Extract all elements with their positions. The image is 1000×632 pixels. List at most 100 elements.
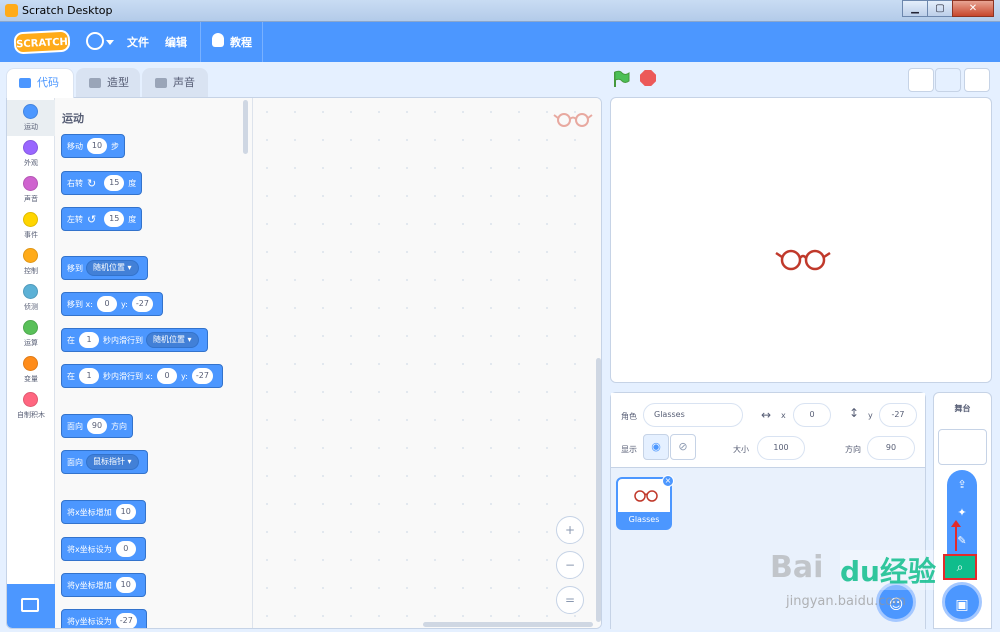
block-move[interactable]: 移动 10 步 (61, 134, 125, 158)
green-flag-icon[interactable] (612, 70, 630, 88)
category-my-blocks[interactable]: 自制积木 (7, 388, 55, 424)
block-text: 左转 (67, 214, 83, 224)
choose-sprite-search-button[interactable]: ⌕ (943, 554, 977, 580)
block-text: 在 (67, 371, 75, 381)
large-stage-button[interactable] (935, 68, 961, 92)
block-goto[interactable]: 移到 随机位置 ▾ (61, 256, 148, 280)
block-change-x[interactable]: 将x坐标增加 10 (61, 500, 146, 524)
palette-scrollbar[interactable] (243, 100, 248, 154)
dropdown-value: 鼠标指针 (93, 457, 125, 466)
glasses-sprite[interactable] (775, 248, 831, 272)
block-input[interactable]: 10 (87, 138, 107, 154)
block-input[interactable]: 0 (115, 541, 136, 557)
block-dropdown[interactable]: 随机位置 ▾ (86, 260, 139, 276)
scratch-logo[interactable]: SCRATCH (13, 29, 71, 55)
block-change-y[interactable]: 将y坐标增加 10 (61, 573, 146, 597)
block-input[interactable]: -27 (191, 368, 213, 384)
category-label: 控制 (24, 267, 38, 275)
sprite-name-input[interactable]: Glasses (643, 403, 743, 427)
block-input[interactable]: 1 (79, 368, 99, 384)
paint-icon[interactable]: ✎ (947, 528, 977, 554)
choose-backdrop-button[interactable]: ▣ (942, 582, 982, 622)
stage-thumbnail[interactable] (938, 429, 987, 465)
block-input[interactable]: -27 (115, 613, 137, 628)
annotation-arrow (955, 525, 957, 551)
block-input[interactable]: 15 (104, 175, 125, 191)
category-motion[interactable]: 运动 (7, 100, 55, 136)
block-dropdown[interactable]: 随机位置 ▾ (146, 332, 199, 348)
block-text: 面向 (67, 457, 83, 467)
stage[interactable] (610, 97, 992, 383)
y-input[interactable]: -27 (879, 403, 917, 427)
close-button[interactable]: ✕ (952, 0, 994, 17)
canvas-horizontal-scrollbar[interactable] (423, 622, 593, 627)
motion-dot-icon (23, 104, 38, 119)
direction-input[interactable]: 90 (867, 436, 915, 460)
category-menu: 运动 外观 声音 事件 控制 侦测 运算 变量 自制积木 (7, 98, 55, 628)
block-input[interactable]: 15 (104, 211, 125, 227)
category-control[interactable]: 控制 (7, 244, 55, 280)
zoom-reset-button[interactable]: = (556, 586, 584, 614)
block-input[interactable]: 0 (156, 368, 177, 384)
block-set-x[interactable]: 将x坐标设为 0 (61, 537, 146, 561)
x-input[interactable]: 0 (793, 403, 831, 427)
rotate-right-icon: ↻ (87, 176, 97, 190)
category-label: 侦测 (24, 303, 38, 311)
block-goto-xy[interactable]: 移到 x: 0 y: -27 (61, 292, 163, 316)
show-visible-button[interactable]: ◉ (643, 434, 669, 460)
tab-code[interactable]: 代码 (6, 68, 74, 98)
block-turn-left[interactable]: 左转 ↺ 15 度 (61, 207, 143, 231)
stage-title: 舞台 (954, 404, 971, 413)
block-point-towards[interactable]: 面向 鼠标指针 ▾ (61, 450, 148, 474)
block-text: y: (120, 299, 128, 309)
block-input[interactable]: -27 (131, 296, 153, 312)
app-icon (5, 4, 18, 17)
block-input[interactable]: 10 (115, 577, 136, 593)
block-set-y[interactable]: 将y坐标设为 -27 (61, 609, 147, 628)
maximize-button[interactable]: ▢ (927, 0, 953, 17)
block-input[interactable]: 0 (96, 296, 117, 312)
block-glide[interactable]: 在 1 秒内滑行到 随机位置 ▾ (61, 328, 208, 352)
y-label: y (868, 411, 873, 420)
block-input[interactable]: 10 (115, 504, 136, 520)
hide-sprite-button[interactable]: ⊘ (670, 434, 696, 460)
watermark-url: jingyan.baidu.com (786, 594, 906, 609)
stop-icon[interactable] (640, 70, 656, 86)
tutorials-menu[interactable]: 教程 (230, 34, 252, 50)
fullscreen-button[interactable] (964, 68, 990, 92)
sprite-thumbnail[interactable]: Glasses × (616, 475, 674, 530)
sprite-thumbnail-name: Glasses (618, 512, 670, 528)
category-sensing[interactable]: 侦测 (7, 280, 55, 316)
block-input[interactable]: 90 (87, 418, 107, 434)
lightbulb-icon (212, 33, 224, 47)
language-globe-icon[interactable] (86, 32, 104, 50)
file-menu[interactable]: 文件 (127, 34, 149, 50)
block-glide-xy[interactable]: 在 1 秒内滑行到 x: 0 y: -27 (61, 364, 223, 388)
zoom-out-button[interactable]: − (556, 551, 584, 579)
block-dropdown[interactable]: 鼠标指针 ▾ (86, 454, 139, 470)
sound-dot-icon (23, 176, 38, 191)
block-point-direction[interactable]: 面向 90 方向 (61, 414, 133, 438)
category-sound[interactable]: 声音 (7, 172, 55, 208)
zoom-in-button[interactable]: + (556, 516, 584, 544)
category-operators[interactable]: 运算 (7, 316, 55, 352)
category-variables[interactable]: 变量 (7, 352, 55, 388)
category-events[interactable]: 事件 (7, 208, 55, 244)
tab-sounds[interactable]: 声音 (142, 68, 208, 98)
script-canvas[interactable]: + − = (253, 98, 601, 628)
menu-divider (262, 22, 263, 62)
block-turn-right[interactable]: 右转 ↻ 15 度 (61, 171, 143, 195)
minimize-button[interactable]: ▁ (902, 0, 928, 17)
size-input[interactable]: 100 (757, 436, 805, 460)
upload-icon[interactable]: ⇪ (947, 472, 977, 498)
dropdown-value: 随机位置 (93, 263, 125, 272)
add-extension-button[interactable] (7, 584, 55, 628)
block-input[interactable]: 1 (79, 332, 99, 348)
delete-sprite-icon[interactable]: × (662, 475, 674, 487)
tab-costumes[interactable]: 造型 (76, 68, 140, 98)
edit-menu[interactable]: 编辑 (165, 34, 187, 50)
canvas-vertical-scrollbar[interactable] (596, 358, 601, 622)
small-stage-button[interactable] (908, 68, 934, 92)
category-looks[interactable]: 外观 (7, 136, 55, 172)
tab-sounds-label: 声音 (173, 76, 195, 89)
